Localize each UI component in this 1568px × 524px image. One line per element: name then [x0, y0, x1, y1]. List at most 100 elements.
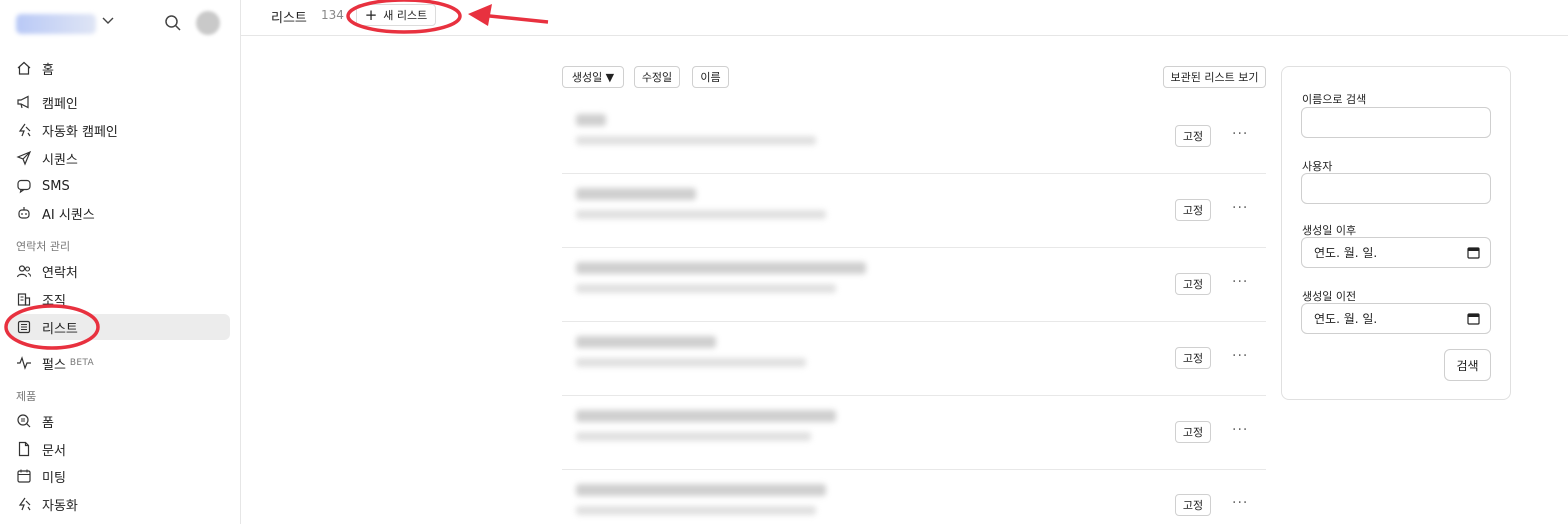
sidebar-item-ai-sequence[interactable]: AI 시퀀스 — [8, 200, 230, 226]
sidebar-item-sms[interactable]: SMS — [8, 173, 230, 199]
created-after-date-input[interactable]: 연도. 월. 일. — [1301, 237, 1491, 268]
sidebar-item-label: 연락처 — [42, 265, 78, 281]
list-item-title — [576, 262, 866, 274]
people-icon — [16, 265, 32, 278]
chevron-down-icon[interactable] — [100, 12, 116, 28]
sort-created-button[interactable]: 생성일 ▼ — [562, 66, 624, 88]
name-search-label: 이름으로 검색 — [1302, 93, 1367, 106]
list-item-meta — [576, 210, 826, 219]
list-item-meta — [576, 358, 806, 367]
pin-button[interactable]: 고정 — [1175, 125, 1211, 147]
pin-button[interactable]: 고정 — [1175, 273, 1211, 295]
calendar-icon — [17, 469, 31, 483]
home-icon — [17, 61, 31, 75]
new-list-label: 새 리스트 — [383, 9, 428, 22]
list-row[interactable]: 고정 ··· — [562, 322, 1266, 396]
new-list-button[interactable]: + 새 리스트 — [356, 4, 436, 26]
sidebar-item-organization[interactable]: 조직 — [8, 286, 230, 312]
list-row[interactable]: 고정 ··· — [562, 100, 1266, 174]
calendar-icon[interactable] — [1467, 312, 1480, 325]
list-item-title — [576, 410, 836, 422]
filter-panel: 이름으로 검색 사용자 생성일 이후 연도. 월. 일. 생성일 이전 연도. … — [1281, 66, 1511, 400]
sidebar-item-label: AI 시퀀스 — [42, 207, 95, 223]
sidebar-item-forms[interactable]: 폼 — [8, 408, 230, 434]
created-before-date-input[interactable]: 연도. 월. 일. — [1301, 303, 1491, 334]
sidebar-item-label: 문서 — [42, 443, 66, 459]
name-search-input[interactable] — [1301, 107, 1491, 138]
more-options-icon[interactable]: ··· — [1232, 274, 1248, 290]
sidebar-item-label: 리스트 — [42, 321, 78, 337]
date-placeholder: 연도. 월. 일. — [1314, 246, 1378, 260]
created-before-label: 생성일 이전 — [1302, 290, 1357, 303]
pin-button[interactable]: 고정 — [1175, 199, 1211, 221]
more-options-icon[interactable]: ··· — [1232, 348, 1248, 364]
created-after-label: 생성일 이후 — [1302, 224, 1357, 237]
user-input[interactable] — [1301, 173, 1491, 204]
building-icon — [17, 293, 31, 306]
sidebar-item-home[interactable]: 홈 — [8, 55, 230, 81]
archived-lists-button[interactable]: 보관된 리스트 보기 — [1163, 66, 1266, 88]
form-icon — [17, 414, 31, 428]
more-options-icon[interactable]: ··· — [1232, 422, 1248, 438]
list-item-meta — [576, 432, 811, 441]
search-button[interactable]: 검색 — [1444, 349, 1491, 381]
more-options-icon[interactable]: ··· — [1232, 495, 1248, 511]
user-label: 사용자 — [1302, 160, 1333, 173]
pin-button[interactable]: 고정 — [1175, 494, 1211, 516]
list-item-title — [576, 188, 696, 200]
more-options-icon[interactable]: ··· — [1232, 126, 1248, 142]
calendar-icon[interactable] — [1467, 246, 1480, 259]
list-item-title — [576, 114, 606, 126]
workspace-logo — [16, 14, 96, 34]
list-item-meta — [576, 284, 836, 293]
section-label-products: 제품 — [16, 390, 37, 403]
more-options-icon[interactable]: ··· — [1232, 200, 1248, 216]
sidebar-item-label: 시퀀스 — [42, 152, 78, 168]
sidebar-item-pulse[interactable]: 펄스 BETA — [8, 350, 230, 376]
sidebar-item-lists[interactable]: 리스트 — [8, 314, 230, 340]
pin-button[interactable]: 고정 — [1175, 347, 1211, 369]
document-icon — [18, 441, 30, 457]
sidebar-item-contacts[interactable]: 연락처 — [8, 258, 230, 284]
section-label-contacts: 연락처 관리 — [16, 240, 71, 253]
sort-name-button[interactable]: 이름 — [692, 66, 729, 88]
sidebar-item-documents[interactable]: 문서 — [8, 436, 230, 462]
page-title: 리스트 — [271, 11, 307, 26]
list-item-title — [576, 336, 716, 348]
list-row[interactable]: 고정 ··· — [562, 248, 1266, 322]
list-item-title — [576, 484, 826, 496]
avatar[interactable] — [196, 11, 220, 35]
search-icon[interactable] — [164, 14, 182, 32]
sidebar-item-label: 폼 — [42, 415, 54, 431]
megaphone-icon — [17, 95, 29, 109]
sidebar-item-label: 자동화 캠페인 — [42, 124, 118, 140]
pulse-icon — [17, 356, 31, 370]
list-count: 134 — [321, 8, 344, 22]
pin-button[interactable]: 고정 — [1175, 421, 1211, 443]
plus-icon: + — [364, 5, 378, 24]
list-icon — [17, 320, 31, 334]
sidebar-item-label: 조직 — [42, 293, 66, 309]
sidebar-item-auto-campaign[interactable]: 자동화 캠페인 — [8, 117, 230, 143]
sidebar-item-label: 펄스 — [42, 357, 66, 373]
topbar: 리스트 134 + 새 리스트 — [241, 0, 1568, 36]
sidebar-item-label: SMS — [42, 178, 70, 194]
sort-modified-button[interactable]: 수정일 — [634, 66, 680, 88]
date-placeholder: 연도. 월. 일. — [1314, 312, 1378, 326]
sidebar: 홈 캠페인 자동화 캠페인 시퀀스 SMS AI 시퀀스 연락처 관리 연락처 … — [0, 0, 241, 524]
list-item-meta — [576, 506, 816, 515]
list-row[interactable]: 고정 ··· — [562, 470, 1266, 524]
sidebar-item-label: 캠페인 — [42, 96, 78, 112]
list-row[interactable]: 고정 ··· — [562, 174, 1266, 248]
sidebar-item-label: 자동화 — [42, 498, 78, 514]
sidebar-item-campaign[interactable]: 캠페인 — [8, 89, 230, 115]
sidebar-item-sequence[interactable]: 시퀀스 — [8, 145, 230, 171]
robot-icon — [18, 207, 30, 219]
sms-icon — [17, 179, 31, 194]
list-row[interactable]: 고정 ··· — [562, 396, 1266, 470]
sidebar-item-automation[interactable]: 자동화 — [8, 491, 230, 517]
sidebar-item-label: 미팅 — [42, 470, 66, 486]
sidebar-item-meetings[interactable]: 미팅 — [8, 463, 230, 489]
workspace-switcher[interactable] — [16, 10, 230, 38]
send-icon — [16, 150, 32, 166]
